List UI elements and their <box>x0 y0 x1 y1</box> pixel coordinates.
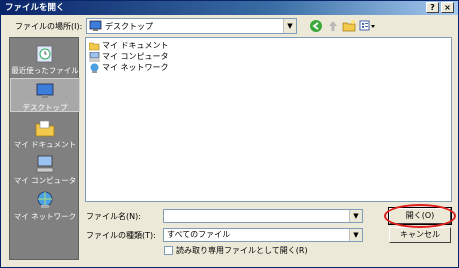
highlight-ring <box>384 204 456 228</box>
new-folder-icon[interactable] <box>342 19 356 33</box>
chevron-down-icon[interactable]: ▼ <box>349 210 362 222</box>
chevron-down-icon[interactable]: ▼ <box>283 19 296 33</box>
look-in-label: ファイルの場所(I): <box>15 22 83 31</box>
place-recent[interactable]: 最近使ったファイル <box>10 42 80 76</box>
cancel-button[interactable]: キャンセル <box>389 227 451 243</box>
recent-icon <box>36 45 53 63</box>
look-in-value: デスクトップ <box>105 22 153 31</box>
place-label: マイ ネットワーク <box>13 212 77 221</box>
list-item[interactable]: マイ ネットワーク <box>89 62 169 73</box>
filename-label: ファイル名(N): <box>86 212 141 221</box>
places-bar: 最近使ったファイル デスクトップ マイ ドキュメント マイ コンピュータ マイ … <box>9 37 80 260</box>
chevron-down-icon[interactable]: ▼ <box>349 229 362 241</box>
place-label: デスクトップ <box>22 103 68 112</box>
computer-icon <box>89 51 100 62</box>
close-button[interactable]: × <box>441 2 454 13</box>
up-folder-icon[interactable] <box>326 19 340 33</box>
filetype-dropdown[interactable]: すべてのファイル ▼ <box>163 228 363 242</box>
open-file-dialog: ファイルを開く ? × ファイルの場所(I): デスクトップ ▼ 最近使ったファ… <box>0 0 459 268</box>
window-title: ファイルを開く <box>5 3 65 13</box>
network-icon <box>90 63 99 73</box>
place-label: マイ ドキュメント <box>13 140 77 149</box>
title-bar: ファイルを開く ? × <box>1 1 458 15</box>
desktop-icon <box>36 83 54 98</box>
list-item[interactable]: マイ コンピュータ <box>89 51 169 62</box>
place-label: 最近使ったファイル <box>11 66 79 75</box>
desktop-small-icon <box>89 20 102 34</box>
file-list[interactable]: マイ ドキュメント マイ コンピュータ マイ ネットワーク <box>85 37 452 202</box>
my-documents-icon <box>35 120 55 137</box>
readonly-label: 読み取り専用ファイルとして開く(R) <box>176 246 308 255</box>
readonly-option[interactable]: 読み取り専用ファイルとして開く(R) <box>164 245 308 256</box>
filetype-label: ファイルの種類(T): <box>86 231 156 240</box>
place-my-network[interactable]: マイ ネットワーク <box>10 188 80 222</box>
my-network-icon <box>37 191 53 208</box>
place-my-documents[interactable]: マイ ドキュメント <box>10 116 80 150</box>
place-desktop[interactable]: デスクトップ <box>10 78 80 112</box>
look-in-dropdown[interactable]: デスクトップ ▼ <box>86 18 297 34</box>
help-button[interactable]: ? <box>426 2 439 13</box>
file-name: マイ ネットワーク <box>102 63 169 72</box>
filetype-value: すべてのファイル <box>167 230 231 239</box>
place-label: マイ コンピュータ <box>13 176 77 185</box>
file-name: マイ ドキュメント <box>102 41 169 50</box>
list-item[interactable]: マイ ドキュメント <box>88 40 169 51</box>
filename-input[interactable]: ▼ <box>163 209 363 223</box>
view-menu-icon[interactable] <box>359 19 377 33</box>
file-name: マイ コンピュータ <box>102 52 169 61</box>
place-my-computer[interactable]: マイ コンピュータ <box>10 152 80 186</box>
my-computer-icon <box>36 155 54 173</box>
back-icon[interactable] <box>309 19 323 33</box>
folder-docs-icon <box>88 42 100 50</box>
readonly-checkbox[interactable] <box>164 246 173 255</box>
